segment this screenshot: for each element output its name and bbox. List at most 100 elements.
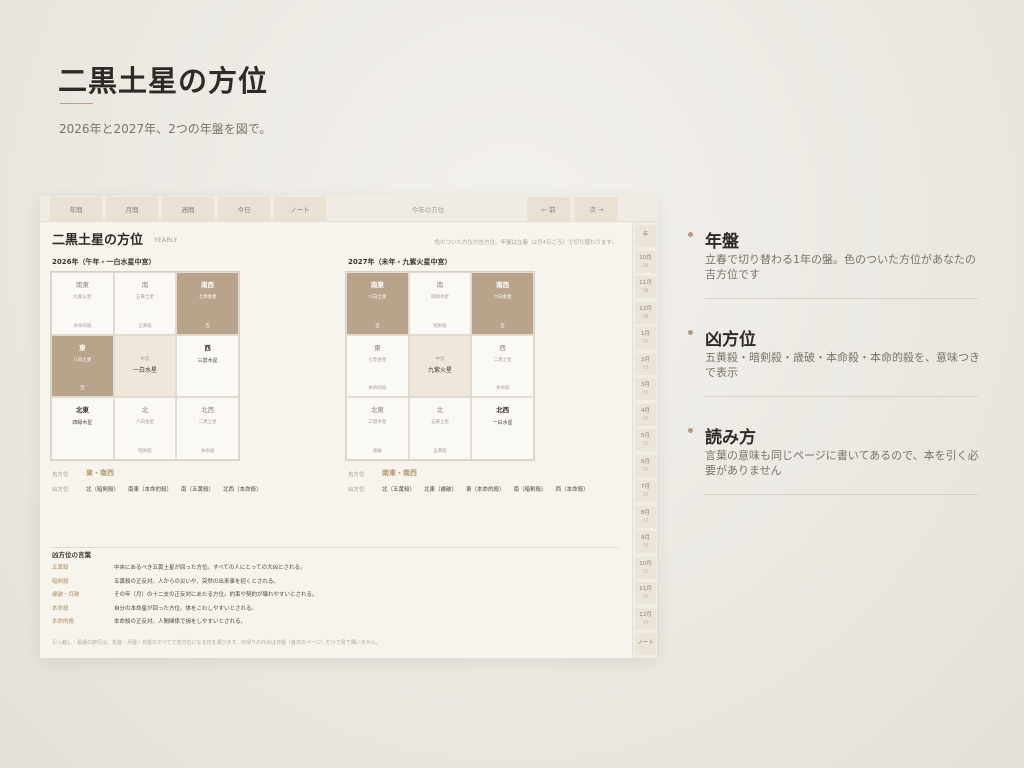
side-tab-label: 3月 <box>641 382 650 388</box>
month-tab-sidebar: 年 10月 '26 11月 '26 12月 '26 1月 '27 2月 '27 3月 '27 4月 '27 5… <box>632 222 657 658</box>
cell-direction: 北西 <box>201 406 215 415</box>
side-tab[interactable]: 7月 '27 <box>635 480 656 502</box>
side-tab-year: '27 <box>642 415 649 421</box>
cell-tag: 吉 <box>375 323 380 329</box>
cell-star: 六白金星 <box>135 420 154 426</box>
side-tab[interactable]: 11月 '26 <box>635 276 656 298</box>
nav-tab-yearly[interactable]: 年間 <box>50 197 102 221</box>
side-tab-label: 1月 <box>641 331 650 337</box>
direction-cell: 東八白土星吉 <box>51 334 114 398</box>
bullet-dot <box>688 232 693 237</box>
side-tab-label: 7月 <box>641 484 650 490</box>
side-tab-year: '27 <box>642 619 649 625</box>
glossary-row: 本命殺 自分の本命星が回った方位。体をこわしやすいとされる。 <box>52 604 612 616</box>
planner-title: 二黒土星の方位 <box>52 233 144 248</box>
side-tab-label: 5月 <box>641 433 650 439</box>
center-label: 中宮 <box>435 356 445 362</box>
side-tab[interactable]: 年 <box>635 225 656 247</box>
side-tab-year: '26 <box>642 262 649 268</box>
side-tab-year: '27 <box>642 517 649 523</box>
feature-description: 言葉の意味も同じページに書いてあるので、本を引く必要がありません <box>705 449 979 477</box>
side-tab[interactable]: 3月 '27 <box>635 378 656 400</box>
glossary-definition: 本命殺の正反対。人間関係で損をしやすいとされる。 <box>114 619 246 625</box>
nav-current-label: 今年の方位 <box>411 206 445 214</box>
side-tab-year: '27 <box>642 492 649 497</box>
lucky-label-2027: 吉方位 <box>348 472 365 478</box>
side-tab[interactable]: 9月 '27 <box>635 531 656 553</box>
cell-tag: 五黄殺 <box>138 323 152 329</box>
unlucky-item: 北西（本命殺） <box>223 487 262 493</box>
lucky-value-2026: 東・南西 <box>86 469 114 477</box>
side-tab[interactable]: 12月 '27 <box>635 607 656 630</box>
glossary-row: 五黄殺 中央にあるべき五黄土星が回った方位。すべての人にとっての大凶とされる。 <box>52 563 612 575</box>
cell-star: 二黒土星 <box>198 420 217 426</box>
glossary-divider <box>52 547 619 548</box>
lucky-label-2026: 吉方位 <box>52 472 69 478</box>
cell-tag: 五黄殺 <box>433 449 447 454</box>
nav-tab-weekly[interactable]: 週間 <box>162 197 214 221</box>
side-tab-label: 11月 <box>639 586 652 592</box>
nav-tab-note[interactable]: ノート <box>274 197 326 221</box>
cell-direction: 北東 <box>370 406 384 415</box>
side-tab[interactable]: 1月 '27 <box>635 327 656 349</box>
nav-prev-button[interactable]: ← 前 <box>527 197 570 221</box>
side-tab[interactable]: 10月 '27 <box>635 556 656 579</box>
unlucky-item: 北（暗剣殺） <box>86 487 120 493</box>
cell-direction: 南西 <box>496 281 510 289</box>
side-tab-label: 9月 <box>641 535 650 541</box>
cell-direction: 南西 <box>201 281 215 289</box>
cell-star: 三碧木星 <box>197 357 218 364</box>
unlucky-label-2026: 凶方位 <box>52 487 69 493</box>
cell-direction: 北 <box>436 406 444 415</box>
cell-star: 四緑木星 <box>430 295 449 300</box>
glossary-row: 歳破・月破 その年（月）の十二支の正反対にあたる方位。約束や契約が壊れやすいとされ… <box>52 590 612 602</box>
direction-cell: 南東 九紫火星 本命的殺 <box>51 272 114 335</box>
cell-tag: 歳破 <box>372 449 382 454</box>
side-tab[interactable]: 2月 '27 <box>635 352 656 375</box>
cell-tag: 本命的殺 <box>73 323 92 329</box>
side-tab[interactable]: 12月 '26 <box>635 301 656 324</box>
direction-cell: 南東 八白土星吉 <box>346 272 409 335</box>
direction-cell: 東七赤金星 本命的殺 <box>346 334 409 398</box>
glossary-term: 暗剣殺 <box>52 578 69 585</box>
direction-cell: 西二黒土星 本命殺 <box>471 334 534 398</box>
side-tab[interactable]: ノート <box>635 633 656 655</box>
feature-divider <box>705 298 978 299</box>
unlucky-item: 南（五黄殺） <box>181 487 215 493</box>
center-star: 一白水星 <box>132 366 157 374</box>
cell-tag: 吉 <box>80 386 85 392</box>
cell-star: 七赤金星 <box>198 295 217 300</box>
cell-star: 三碧木星 <box>368 420 387 426</box>
cell-star: 二黒土星 <box>493 357 512 363</box>
nav-tab-monthly[interactable]: 月間 <box>106 197 158 221</box>
side-tab-year: '27 <box>642 339 649 344</box>
cell-direction: 南 <box>436 281 444 289</box>
cell-star: 六白金星 <box>493 295 512 300</box>
chart-2027-heading: 2027年（未年・九紫火星中宮） <box>348 258 452 266</box>
nav-tab-today[interactable]: 今日 <box>218 197 270 221</box>
lucky-value-2027: 南東・南西 <box>382 469 417 477</box>
side-tab[interactable]: 4月 '27 <box>635 403 656 426</box>
unlucky-item: 南（暗剣殺） <box>513 487 547 493</box>
unlucky-list-2027: 北（五黄殺） 北東（歳破） 東（本命的殺） 南（暗剣殺） 西（本命殺） <box>382 485 598 493</box>
side-tab[interactable]: 11月 '27 <box>635 582 656 604</box>
cell-star: 五黄土星 <box>135 295 154 300</box>
side-tab[interactable]: 8月 '27 <box>635 505 656 528</box>
side-tab[interactable]: 5月 '27 <box>635 429 656 451</box>
cell-star: 五黄土星 <box>430 420 449 426</box>
nav-next-button[interactable]: 次 → <box>575 197 618 221</box>
cell-direction: 南 <box>141 281 149 289</box>
glossary-definition: その年（月）の十二支の正反対にあたる方位。約束や契約が壊れやすいとされる。 <box>114 592 318 598</box>
side-tab-label: 年 <box>642 232 649 238</box>
cell-direction: 東 <box>374 343 381 352</box>
side-tab[interactable]: 10月 '26 <box>635 250 656 273</box>
unlucky-item: 西（本命殺） <box>555 487 589 493</box>
cell-star: 九紫火星 <box>73 295 92 300</box>
cell-star: 八白土星 <box>368 295 387 300</box>
cell-direction: 西 <box>499 343 506 352</box>
cell-tag: 暗剣殺 <box>138 449 152 454</box>
side-tab[interactable]: 6月 '27 <box>635 454 656 477</box>
glossary-definition: 自分の本命星が回った方位。体をこわしやすいとされる。 <box>114 605 257 612</box>
unlucky-list-2026: 北（暗剣殺） 南東（本命的殺） 南（五黄殺） 北西（本命殺） <box>86 485 271 493</box>
glossary-definition: 中央にあるべき五黄土星が回った方位。すべての人にとっての大凶とされる。 <box>114 565 306 571</box>
